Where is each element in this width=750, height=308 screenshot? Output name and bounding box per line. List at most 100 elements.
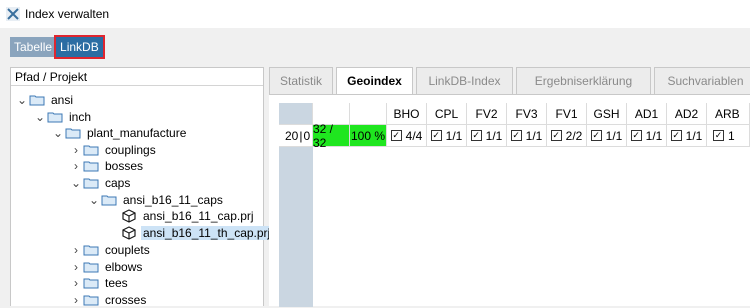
tree-item-label: bosses bbox=[105, 159, 144, 173]
header-cpl[interactable]: CPL bbox=[427, 103, 467, 125]
tree-item-ansi[interactable]: ⌄ ansi bbox=[15, 92, 75, 108]
project-tree-panel: Pfad / Projekt ⌄ ansi ⌄ inch ⌄ plant_man… bbox=[10, 67, 273, 307]
checkbox-checked-icon[interactable]: ✓ bbox=[510, 130, 522, 141]
tab-linkdb-index[interactable]: LinkDB-Index bbox=[416, 67, 513, 94]
checkbox-checked-icon[interactable]: ✓ bbox=[390, 130, 402, 141]
cube-icon bbox=[122, 209, 136, 223]
checkbox-checked-icon[interactable]: ✓ bbox=[430, 130, 442, 141]
tree-item-tees[interactable]: › tees bbox=[69, 275, 130, 291]
tabelle-toggle-button[interactable]: Tabelle bbox=[10, 37, 57, 57]
chevron-right-icon[interactable]: › bbox=[69, 293, 83, 307]
folder-icon bbox=[83, 278, 99, 289]
tree-item-ansi-b16-11-caps[interactable]: ⌄ ansi_b16_11_caps bbox=[87, 192, 225, 208]
folder-open-icon bbox=[47, 112, 63, 123]
tree-item-label: ansi_b16_11_th_cap.prj bbox=[141, 226, 273, 240]
header-corner bbox=[279, 103, 313, 125]
chevron-down-icon[interactable]: ⌄ bbox=[87, 193, 101, 207]
tab-suchvariablen[interactable]: Suchvariablen bbox=[654, 67, 750, 94]
view-toggle: Tabelle LinkDB bbox=[10, 35, 105, 59]
arb-cell[interactable]: ✓ 1 bbox=[707, 125, 750, 147]
checkbox-checked-icon[interactable]: ✓ bbox=[470, 130, 482, 141]
header-bho[interactable]: BHO bbox=[387, 103, 427, 125]
header-ad1[interactable]: AD1 bbox=[627, 103, 667, 125]
cell-value: 1/1 bbox=[445, 128, 463, 143]
cpl-cell[interactable]: ✓ 1/1 bbox=[427, 125, 467, 147]
tree-item-ansi-b16-11-cap-prj[interactable]: ansi_b16_11_cap.prj bbox=[121, 208, 256, 224]
ad2-cell[interactable]: ✓ 1/1 bbox=[667, 125, 707, 147]
folder-open-icon bbox=[101, 195, 117, 206]
tree-header: Pfad / Projekt bbox=[11, 68, 263, 86]
checkbox-checked-icon[interactable]: ✓ bbox=[590, 130, 602, 141]
chevron-down-icon[interactable]: ⌄ bbox=[33, 110, 47, 124]
header-fv1[interactable]: FV1 bbox=[547, 103, 587, 125]
header-fv2[interactable]: FV2 bbox=[467, 103, 507, 125]
gsh-cell[interactable]: ✓ 1/1 bbox=[587, 125, 627, 147]
chevron-right-icon[interactable]: › bbox=[69, 143, 83, 157]
tree-item-caps[interactable]: ⌄ caps bbox=[69, 175, 132, 191]
tree-item-label: crosses bbox=[105, 293, 147, 307]
chevron-right-icon[interactable]: › bbox=[69, 260, 83, 274]
tab-ergebniserklaerung[interactable]: Ergebniserklärung bbox=[516, 67, 651, 94]
cube-icon bbox=[122, 226, 136, 240]
folder-icon bbox=[83, 161, 99, 172]
checkbox-checked-icon[interactable]: ✓ bbox=[713, 130, 724, 141]
chevron-right-icon[interactable]: › bbox=[69, 276, 83, 290]
tree-item-label: couplets bbox=[105, 243, 150, 257]
chevron-right-icon[interactable]: › bbox=[69, 159, 83, 173]
tree-item-bosses[interactable]: › bosses bbox=[69, 158, 145, 174]
ad1-cell[interactable]: ✓ 1/1 bbox=[627, 125, 667, 147]
index-app-icon bbox=[6, 7, 20, 21]
chevron-right-icon[interactable]: › bbox=[69, 243, 83, 257]
bho-cell[interactable]: ✓ 4/4 bbox=[387, 125, 427, 147]
chevron-down-icon[interactable]: ⌄ bbox=[69, 176, 83, 190]
fv3-cell[interactable]: ✓ 1/1 bbox=[507, 125, 547, 147]
fv2-cell[interactable]: ✓ 1/1 bbox=[467, 125, 507, 147]
tree-item-label: caps bbox=[105, 176, 131, 190]
folder-open-icon bbox=[29, 95, 45, 106]
tree-item-label: inch bbox=[69, 110, 92, 124]
tree-item-couplings[interactable]: › couplings bbox=[69, 142, 158, 158]
tree-item-label: elbows bbox=[105, 260, 143, 274]
tree-item-label: ansi bbox=[51, 93, 74, 107]
cell-value: 1/1 bbox=[605, 128, 623, 143]
header-arb[interactable]: ARB bbox=[707, 103, 750, 125]
header-gsh[interactable]: GSH bbox=[587, 103, 627, 125]
ratio-cell: 32 / 32 bbox=[313, 122, 350, 150]
cell-value: 1/1 bbox=[645, 128, 663, 143]
tree-item-elbows[interactable]: › elbows bbox=[69, 259, 144, 275]
geoindex-grid: BHO CPL FV2 FV3 FV1 GSH AD1 AD2 ARB 20 | 0… bbox=[269, 94, 750, 307]
tree-item-couplets[interactable]: › couplets bbox=[69, 242, 152, 258]
row-id-cell: 20 | 0 bbox=[279, 125, 313, 147]
checkbox-checked-icon[interactable]: ✓ bbox=[550, 130, 562, 141]
percent-cell: 100 % bbox=[350, 125, 387, 147]
cell-value: 1 bbox=[728, 128, 735, 143]
tab-statistik[interactable]: Statistik bbox=[269, 67, 333, 94]
cell-value: 1/1 bbox=[685, 128, 703, 143]
folder-open-icon bbox=[65, 128, 81, 139]
linkdb-toggle-button[interactable]: LinkDB bbox=[54, 35, 105, 59]
folder-icon bbox=[83, 245, 99, 256]
header-fv3[interactable]: FV3 bbox=[507, 103, 547, 125]
tab-bar: Statistik Geoindex LinkDB-Index Ergebnis… bbox=[269, 67, 750, 94]
cell-value: 2/2 bbox=[565, 128, 583, 143]
cell-value: 1/1 bbox=[485, 128, 503, 143]
row-id: 20 bbox=[285, 128, 299, 143]
chevron-down-icon[interactable]: ⌄ bbox=[15, 93, 29, 107]
tree-item-label: tees bbox=[105, 276, 128, 290]
tree-item-label: ansi_b16_11_cap.prj bbox=[143, 209, 254, 223]
chevron-down-icon[interactable]: ⌄ bbox=[51, 126, 65, 140]
tree-item-label: plant_manufacture bbox=[87, 126, 187, 140]
tree-item-label: ansi_b16_11_caps bbox=[123, 193, 223, 207]
tree-item-inch[interactable]: ⌄ inch bbox=[33, 109, 93, 125]
fv1-cell[interactable]: ✓ 2/2 bbox=[547, 125, 587, 147]
tree-item-plant-manufacture[interactable]: ⌄ plant_manufacture bbox=[51, 125, 188, 141]
folder-icon bbox=[83, 295, 99, 306]
header-percent bbox=[350, 103, 387, 125]
checkbox-checked-icon[interactable]: ✓ bbox=[670, 130, 682, 141]
tree-item-ansi-b16-11-th-cap-prj[interactable]: ansi_b16_11_th_cap.prj bbox=[121, 225, 273, 241]
tab-geoindex[interactable]: Geoindex bbox=[336, 67, 413, 94]
tree-item-label: couplings bbox=[105, 143, 156, 157]
row-id2: 0 bbox=[303, 128, 311, 143]
checkbox-checked-icon[interactable]: ✓ bbox=[630, 130, 642, 141]
header-ad2[interactable]: AD2 bbox=[667, 103, 707, 125]
